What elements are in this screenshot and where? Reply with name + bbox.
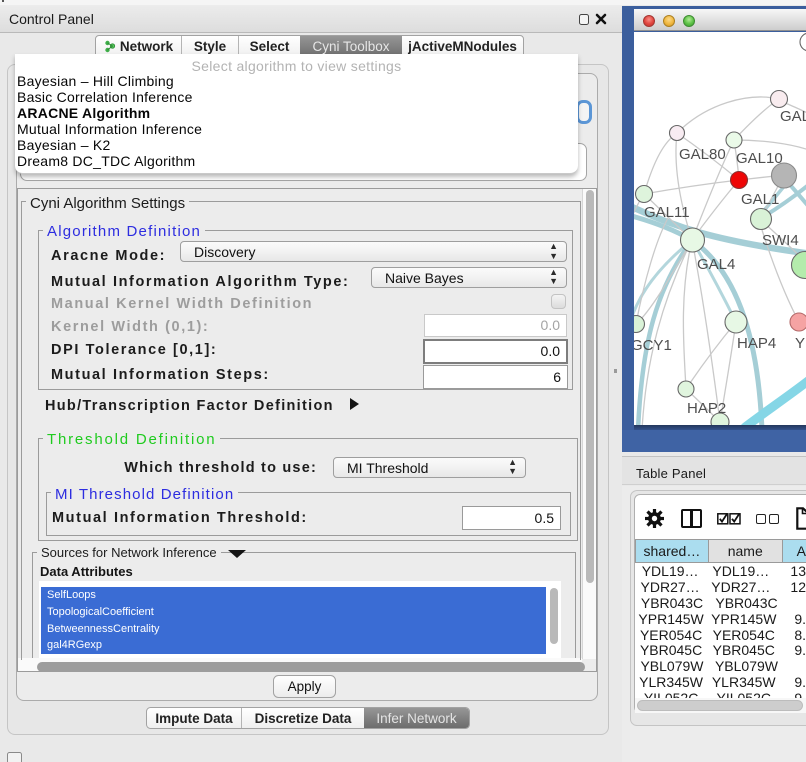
svg-text:Y: Y [795,335,805,352]
svg-text:GAL11: GAL11 [644,204,690,221]
svg-text:GCY1: GCY1 [634,337,672,354]
svg-text:GAL80: GAL80 [679,146,726,163]
svg-text:SWI4: SWI4 [762,232,799,249]
svg-text:GAL1: GAL1 [741,191,779,208]
svg-text:GAL4: GAL4 [697,256,735,273]
svg-text:HAP4: HAP4 [737,335,776,352]
svg-text:HAP2: HAP2 [687,400,726,417]
svg-text:GAL10: GAL10 [736,150,783,167]
svg-text:GAL: GAL [780,108,806,125]
